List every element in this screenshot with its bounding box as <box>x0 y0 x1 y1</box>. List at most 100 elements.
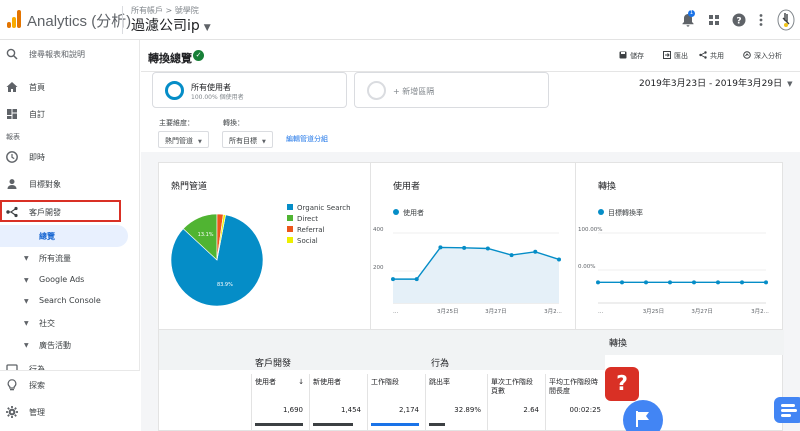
conversion-rate-line-chart[interactable]: 100.00% 0.00%... 3月25日 3月27日 3月2... <box>576 221 784 331</box>
column-bar <box>429 423 445 426</box>
x-tick-label: 3月2... <box>544 308 562 315</box>
help-question-icon[interactable]: ? <box>605 367 639 401</box>
conversion-select[interactable]: 所有目標 ▼ <box>222 131 273 148</box>
conversions-title: 轉換 <box>598 182 617 192</box>
group-header-conversions: 轉換 <box>609 339 628 349</box>
column-header-sessions[interactable]: 工作階段 <box>371 378 399 387</box>
notification-badge: 1 <box>688 10 695 17</box>
view-selector[interactable]: 過濾公司ip ▼ <box>131 15 211 35</box>
sidebar: 搜尋報表和說明 首頁 自訂 報表 即時 目標對象 客戶開發 總覽 ▼ 所有流量 … <box>0 40 140 431</box>
share-button[interactable]: 共用 <box>699 51 724 61</box>
y-tick-label: 200 <box>373 265 384 271</box>
column-header-avg-session-duration[interactable]: 平均工作階段時間長度 <box>549 378 601 396</box>
data-point <box>740 280 744 285</box>
sidebar-item-admin[interactable]: 管理 <box>0 401 140 423</box>
more-icon[interactable] <box>753 12 769 28</box>
column-separator <box>487 374 488 431</box>
series-dot-icon <box>393 209 399 215</box>
analytics-logo-icon[interactable] <box>7 10 21 28</box>
apps-icon[interactable] <box>706 12 722 28</box>
insights-label: 深入分析 <box>754 52 782 60</box>
sidebar-item-label: 即時 <box>29 153 45 162</box>
column-header-new-users[interactable]: 新使用者 <box>313 378 341 387</box>
table-header-band <box>159 330 605 370</box>
area-fill <box>393 247 559 303</box>
legend-label: Referral <box>297 226 325 234</box>
legend-item-organic-search[interactable]: Organic Search <box>287 204 351 212</box>
sidebar-item-custom[interactable]: 自訂 <box>0 103 140 125</box>
sidebar-item-label: 社交 <box>39 319 55 328</box>
sidebar-item-home[interactable]: 首頁 <box>0 76 140 98</box>
table-header-band <box>605 330 784 355</box>
summary-table: 客戶開發 行為 轉換 使用者 ↓ 新使用者 工作階段 跳出率 單次工作階段頁數 … <box>158 329 784 431</box>
conversion-value: 所有目標 <box>229 137 257 145</box>
group-header-acquisition: 客戶開發 <box>255 359 292 369</box>
add-segment-label: + 新增區隔 <box>393 87 435 96</box>
avatar[interactable] <box>776 9 796 31</box>
page-title: 轉換總覽 <box>148 52 192 65</box>
sidebar-item-all-traffic[interactable]: ▼ 所有流量 <box>0 248 140 268</box>
conversions-card: 轉換 目標轉換率 100.00% 0.00%... 3月25日 3月27日 3月2... <box>575 162 783 330</box>
app-title[interactable]: Analytics (分析) <box>27 10 131 31</box>
conversions-series-legend: 目標轉換率 <box>598 208 643 218</box>
segment-all-users[interactable]: 所有使用者 100.00% 個使用者 <box>152 72 347 108</box>
sidebar-item-label: 探索 <box>29 381 45 390</box>
sidebar-item-label: 總覽 <box>39 232 55 241</box>
sidebar-item-overview[interactable]: 總覽 <box>0 225 128 247</box>
help-icon[interactable]: ? <box>731 12 747 28</box>
sidebar-item-google-ads[interactable]: ▼ Google Ads <box>0 270 140 290</box>
channels-title: 熱門管道 <box>171 182 208 192</box>
add-segment-button[interactable]: + 新增區隔 <box>354 72 549 108</box>
sidebar-item-campaigns[interactable]: ▼ 廣告活動 <box>0 335 140 355</box>
edit-channel-grouping-link[interactable]: 編輯管道分組 <box>286 134 328 144</box>
data-point <box>533 249 538 254</box>
divider <box>122 6 123 34</box>
legend-item-referral[interactable]: Referral <box>287 226 325 234</box>
legend-label: Organic Search <box>297 204 351 212</box>
expand-icon: ▼ <box>24 342 29 349</box>
data-point <box>716 280 720 285</box>
table-cell-avg-session-duration: 00:02:25 <box>569 406 601 414</box>
legend-item-direct[interactable]: Direct <box>287 215 318 223</box>
y-tick-label: 0.00% <box>578 264 595 270</box>
users-line-chart[interactable]: 400 200... 3月25日 3月27日 3月2... <box>371 221 577 331</box>
legend-swatch <box>287 204 293 210</box>
sidebar-item-audience[interactable]: 目標對象 <box>0 173 140 195</box>
sidebar-item-social[interactable]: ▼ 社交 <box>0 313 140 333</box>
export-button[interactable]: 匯出 <box>663 51 688 61</box>
insights-button[interactable]: 深入分析 <box>743 51 782 61</box>
channels-card: 熱門管道 83.9% 13.1% Organic Search Direct Refe… <box>158 162 371 330</box>
search-input[interactable]: 搜尋報表和說明 <box>29 49 85 60</box>
legend-item-social[interactable]: Social <box>287 237 318 245</box>
feedback-chat-icon[interactable] <box>774 397 800 423</box>
channels-pie-chart[interactable]: 83.9% 13.1% <box>167 208 267 313</box>
sidebar-search[interactable]: 搜尋報表和說明 <box>0 40 140 68</box>
x-tick-label: 3月25日 <box>437 308 459 315</box>
column-header-pages-per-session[interactable]: 單次工作階段頁數 <box>491 378 539 396</box>
data-point <box>692 280 696 285</box>
sidebar-item-realtime[interactable]: 即時 <box>0 146 140 168</box>
dashboard-icon <box>7 109 17 119</box>
date-range-picker[interactable]: 2019年3月23日 - 2019年3月29日 ▼ <box>639 76 793 89</box>
column-header-bounce-rate[interactable]: 跳出率 <box>429 378 450 387</box>
x-tick-label: 3月27日 <box>485 308 507 315</box>
table-cell-users: 1,690 <box>282 406 303 414</box>
caret-down-icon: ▼ <box>262 139 266 145</box>
column-bar <box>371 423 419 426</box>
data-point <box>620 280 624 285</box>
conversions-series-name: 目標轉換率 <box>608 209 643 217</box>
verified-check-icon: ✓ <box>193 50 204 61</box>
gear-icon <box>6 406 18 418</box>
primary-dimension-select[interactable]: 熱門管道 ▼ <box>158 131 209 148</box>
insights-icon <box>743 51 751 59</box>
save-button[interactable]: 儲存 <box>619 51 644 61</box>
column-header-users[interactable]: 使用者 ↓ <box>255 378 304 387</box>
segment-ring-icon <box>165 81 184 100</box>
sidebar-item-search-console[interactable]: ▼ Search Console <box>0 291 140 311</box>
table-cell-sessions: 2,174 <box>398 406 419 414</box>
table-cell-pages-per-session: 2.64 <box>523 406 539 414</box>
sidebar-item-discover[interactable]: 探索 <box>0 374 140 396</box>
expand-icon: ▼ <box>24 298 29 305</box>
y-tick-label: 100.00% <box>578 227 602 233</box>
column-separator <box>251 374 252 431</box>
